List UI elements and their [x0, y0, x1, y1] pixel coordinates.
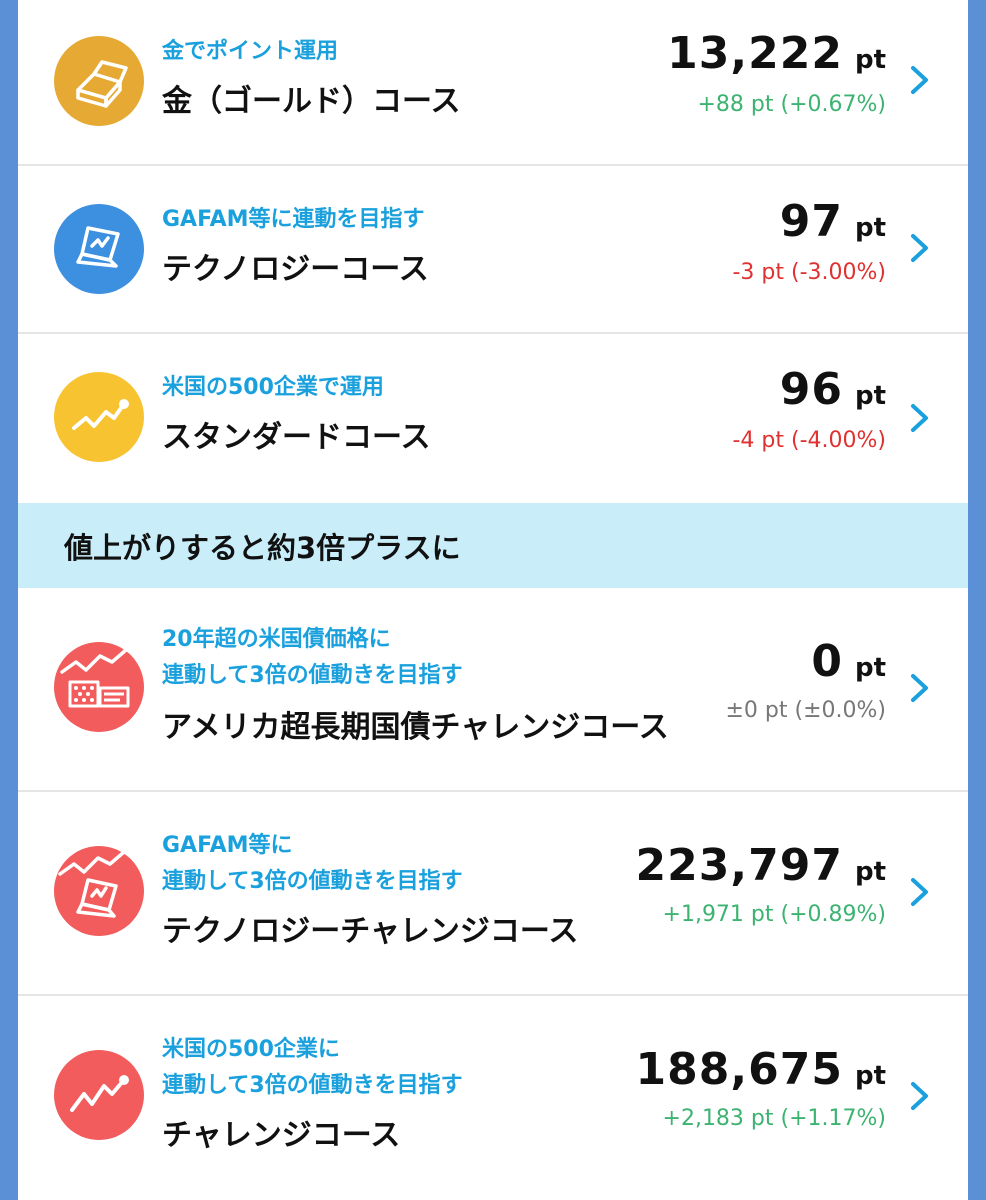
chevron-right-icon[interactable]: [904, 872, 934, 912]
course-subtitle-line-2: 連動して3倍の値動きを目指す: [162, 663, 463, 688]
points-value: 13,222 pt: [667, 28, 886, 79]
course-name: アメリカ超長期国債チャレンジコース: [162, 710, 669, 745]
points-number: 97: [779, 196, 843, 247]
points-value: 97 pt: [780, 196, 886, 247]
course-name: スタンダードコース: [162, 420, 431, 455]
laptop-trend-icon: [54, 846, 144, 936]
points-number: 223,797: [635, 840, 843, 891]
gold-bar-icon: [54, 36, 144, 126]
points-change: ±0 pt (±0.0%): [725, 698, 887, 723]
points-unit: pt: [854, 213, 886, 243]
course-name: テクノロジーチャレンジコース: [162, 914, 579, 949]
course-subtitle: 金でポイント運用: [162, 39, 339, 64]
points-value: 0 pt: [811, 636, 886, 687]
points-value: 188,675 pt: [636, 1044, 886, 1095]
chevron-right-icon[interactable]: [904, 398, 934, 438]
course-name: テクノロジーコース: [162, 252, 429, 287]
points-unit: pt: [854, 653, 886, 683]
course-subtitle-line-2: 連動して3倍の値動きを目指す: [162, 869, 463, 894]
points-change: +1,971 pt (+0.89%): [662, 902, 886, 927]
course-subtitle-line-1: 米国の500企業に: [162, 1037, 340, 1062]
points-number: 13,222: [667, 28, 843, 79]
course-subtitle: 米国の500企業で運用: [162, 375, 384, 400]
course-row-technology-challenge[interactable]: GAFAM等に 連動して3倍の値動きを目指す テクノロジーチャレンジコース 22…: [18, 792, 968, 996]
course-name: 金（ゴールド）コース: [162, 84, 461, 119]
points-change: +2,183 pt (+1.17%): [662, 1106, 886, 1131]
points-unit: pt: [854, 45, 886, 75]
us-bond-icon: [54, 642, 144, 732]
course-subtitle: GAFAM等に連動を目指す: [162, 207, 425, 232]
course-list-panel: 金でポイント運用 金（ゴールド）コース 13,222 pt +88 pt (+0.…: [18, 0, 968, 1200]
course-row-technology[interactable]: GAFAM等に連動を目指す テクノロジーコース 97 pt -3 pt (-3.0…: [18, 166, 968, 334]
course-subtitle-line-2: 連動して3倍の値動きを目指す: [162, 1073, 463, 1098]
points-unit: pt: [854, 381, 886, 411]
points-number: 96: [779, 364, 843, 415]
trend-line-icon: [54, 372, 144, 462]
laptop-icon: [54, 204, 144, 294]
points-change: -4 pt (-4.00%): [732, 428, 886, 453]
chevron-right-icon[interactable]: [904, 60, 934, 100]
course-subtitle-line-1: GAFAM等に: [162, 833, 293, 858]
chevron-right-icon[interactable]: [904, 668, 934, 708]
chevron-right-icon[interactable]: [904, 228, 934, 268]
points-number: 188,675: [635, 1044, 843, 1095]
course-row-us-bond-challenge[interactable]: 20年超の米国債価格に 連動して3倍の値動きを目指す アメリカ超長期国債チャレン…: [18, 588, 968, 792]
course-subtitle-line-1: 20年超の米国債価格に: [162, 627, 391, 652]
course-name: チャレンジコース: [162, 1118, 401, 1153]
points-change: +88 pt (+0.67%): [697, 92, 887, 117]
points-value: 96 pt: [780, 364, 886, 415]
course-row-gold[interactable]: 金でポイント運用 金（ゴールド）コース 13,222 pt +88 pt (+0.…: [18, 0, 968, 166]
course-row-challenge[interactable]: 米国の500企業に 連動して3倍の値動きを目指す チャレンジコース 188,67…: [18, 996, 968, 1200]
points-unit: pt: [854, 1061, 886, 1091]
points-value: 223,797 pt: [636, 840, 886, 891]
banner-text: 値上がりすると約3倍プラスに: [64, 531, 461, 565]
trend-line-icon: [54, 1050, 144, 1140]
points-change: -3 pt (-3.00%): [732, 260, 886, 285]
points-number: 0: [811, 636, 843, 687]
section-banner: 値上がりすると約3倍プラスに: [18, 503, 968, 588]
chevron-right-icon[interactable]: [904, 1076, 934, 1116]
course-row-standard[interactable]: 米国の500企業で運用 スタンダードコース 96 pt -4 pt (-4.00%…: [18, 334, 968, 503]
points-unit: pt: [854, 857, 886, 887]
